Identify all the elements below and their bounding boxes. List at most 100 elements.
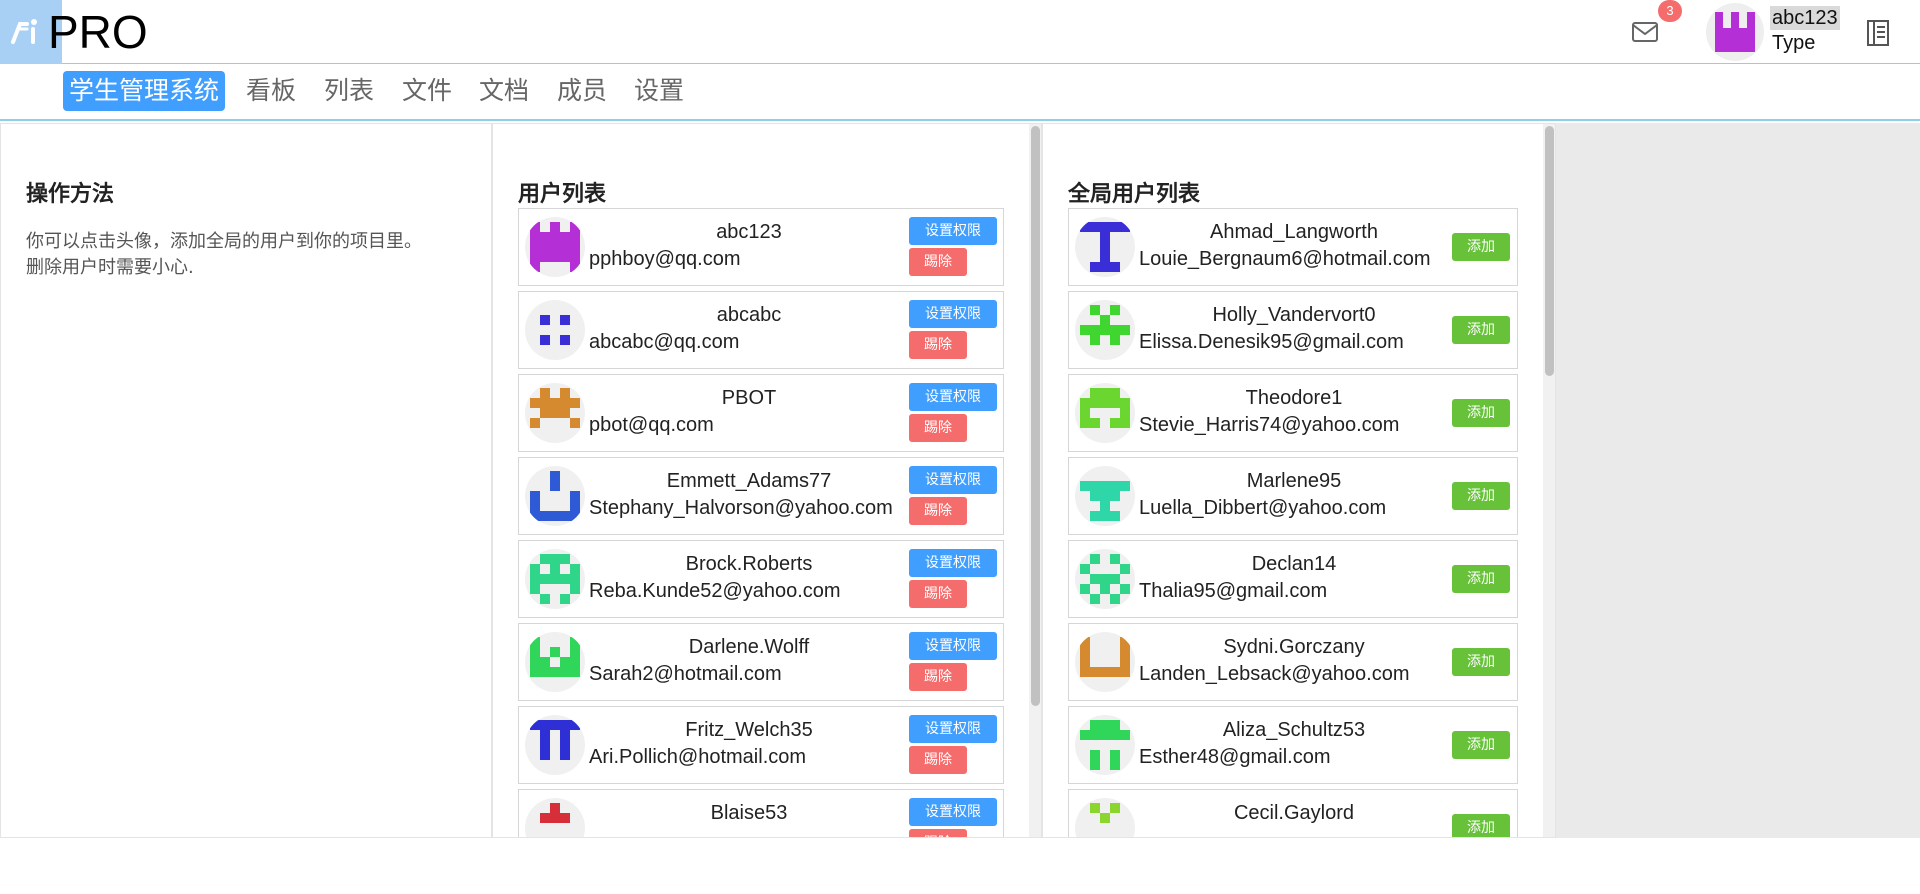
set-permission-button[interactable]: 设置权限 bbox=[909, 715, 997, 743]
nav-item-board[interactable]: 看板 bbox=[240, 71, 302, 111]
project-users-panel: 用户列表 abc123 pphboy@qq.com 设置权限 踢除 abcabc abca… bbox=[492, 123, 1042, 838]
global-scrollbar-thumb[interactable] bbox=[1545, 126, 1554, 376]
global-scrollbar[interactable] bbox=[1543, 124, 1555, 837]
project-user-card: abcabc abcabc@qq.com 设置权限 踢除 bbox=[518, 291, 1004, 369]
user-avatar[interactable] bbox=[525, 383, 585, 443]
nav-item-project[interactable]: 学生管理系统 bbox=[63, 71, 226, 111]
project-user-card: Emmett_Adams77 Stephany_Halvorson@yahoo.c… bbox=[518, 457, 1004, 535]
nav-item-list[interactable]: 列表 bbox=[318, 71, 380, 111]
user-avatar[interactable] bbox=[1075, 383, 1135, 443]
user-email: Ari.Pollich@hotmail.com bbox=[589, 746, 807, 768]
identicon bbox=[540, 315, 570, 345]
user-avatar[interactable] bbox=[525, 632, 585, 692]
remove-user-button[interactable]: 踢除 bbox=[909, 331, 967, 359]
remove-user-button[interactable]: 踢除 bbox=[909, 746, 967, 774]
project-user-card: PBOT pbot@qq.com 设置权限 踢除 bbox=[518, 374, 1004, 452]
user-avatar[interactable] bbox=[525, 549, 585, 609]
user-email: Luella_Dibbert@yahoo.com bbox=[1139, 497, 1387, 519]
user-name: Cecil.Gaylord bbox=[1233, 802, 1355, 824]
user-email: Stephany_Halvorson@yahoo.com bbox=[589, 497, 893, 519]
add-user-button[interactable]: 添加 bbox=[1452, 565, 1510, 593]
add-user-button[interactable]: 添加 bbox=[1452, 399, 1510, 427]
nav-item-settings[interactable]: 设置 bbox=[628, 71, 690, 111]
global-user-card: Declan14 Thalia95@gmail.com 添加 bbox=[1068, 540, 1518, 618]
user-name: Brock.Roberts bbox=[685, 553, 813, 575]
user-avatar[interactable] bbox=[1075, 798, 1135, 837]
project-users-title: 用户列表 bbox=[518, 182, 607, 207]
set-permission-button[interactable]: 设置权限 bbox=[909, 549, 997, 577]
unread-badge: 3 bbox=[1658, 0, 1682, 22]
global-user-card: Sydni.Gorczany Landen_Lebsack@yahoo.com 添加 bbox=[1068, 623, 1518, 701]
nav-item-docs[interactable]: 文档 bbox=[473, 71, 535, 111]
add-user-button[interactable]: 添加 bbox=[1452, 731, 1510, 759]
set-permission-button[interactable]: 设置权限 bbox=[909, 466, 997, 494]
global-user-card: Aliza_Schultz53 Esther48@gmail.com 添加 bbox=[1068, 706, 1518, 784]
user-name: Blaise53 bbox=[710, 802, 788, 824]
user-avatar[interactable] bbox=[525, 715, 585, 775]
user-type: Type bbox=[1772, 32, 1816, 54]
logo-icon bbox=[11, 19, 37, 44]
identicon bbox=[530, 637, 580, 677]
set-permission-button[interactable]: 设置权限 bbox=[909, 632, 997, 660]
user-name: Sydni.Gorczany bbox=[1223, 636, 1365, 658]
user-avatar[interactable] bbox=[1706, 3, 1764, 61]
content-area: 操作方法 你可以点击头像，添加全局的用户到你的项目里。 删除用户时需要小心. 用… bbox=[0, 123, 1920, 838]
remove-user-button[interactable]: 踢除 bbox=[909, 248, 967, 276]
set-permission-button[interactable]: 设置权限 bbox=[909, 798, 997, 826]
set-permission-button[interactable]: 设置权限 bbox=[909, 300, 997, 328]
identicon bbox=[1090, 803, 1120, 823]
user-avatar[interactable] bbox=[1075, 549, 1135, 609]
remove-user-button[interactable]: 踢除 bbox=[909, 580, 967, 608]
user-avatar[interactable] bbox=[1075, 300, 1135, 360]
global-user-card: Marlene95 Luella_Dibbert@yahoo.com 添加 bbox=[1068, 457, 1518, 535]
user-avatar[interactable] bbox=[1075, 632, 1135, 692]
user-avatar[interactable] bbox=[525, 300, 585, 360]
user-name[interactable]: abc123 bbox=[1770, 6, 1840, 30]
user-avatar[interactable] bbox=[525, 798, 585, 837]
identicon bbox=[1080, 305, 1130, 345]
user-name: Fritz_Welch35 bbox=[685, 719, 813, 741]
identicon bbox=[1080, 388, 1130, 428]
remove-user-button[interactable]: 踢除 bbox=[909, 663, 967, 691]
add-user-button[interactable]: 添加 bbox=[1452, 814, 1510, 837]
project-scrollbar[interactable] bbox=[1029, 124, 1041, 837]
add-user-button[interactable]: 添加 bbox=[1452, 316, 1510, 344]
user-avatar[interactable] bbox=[525, 466, 585, 526]
global-user-card: Ahmad_Langworth Louie_Bergnaum6@hotmail.c… bbox=[1068, 208, 1518, 286]
identicon bbox=[530, 554, 580, 604]
user-name: Ahmad_Langworth bbox=[1210, 221, 1378, 243]
nav-item-files[interactable]: 文件 bbox=[396, 71, 458, 111]
user-avatar[interactable] bbox=[1075, 466, 1135, 526]
top-header: PRO 3 abc123 Type bbox=[0, 0, 1920, 64]
help-line-2: 删除用户时需要小心. bbox=[26, 257, 194, 278]
project-user-card: Blaise53 设置权限踢除 bbox=[518, 789, 1004, 837]
user-avatar[interactable] bbox=[1075, 217, 1135, 277]
global-user-card: Holly_Vandervort0 Elissa.Denesik95@gmail.… bbox=[1068, 291, 1518, 369]
identicon bbox=[1715, 12, 1755, 52]
user-email: Esther48@gmail.com bbox=[1139, 746, 1331, 768]
identicon bbox=[1080, 637, 1130, 677]
user-email: Stevie_Harris74@yahoo.com bbox=[1139, 414, 1400, 436]
side-menu-icon[interactable] bbox=[1866, 19, 1890, 47]
user-email: Louie_Bergnaum6@hotmail.com bbox=[1139, 248, 1431, 270]
user-email: Landen_Lebsack@yahoo.com bbox=[1139, 663, 1410, 685]
user-avatar[interactable] bbox=[525, 217, 585, 277]
user-avatar[interactable] bbox=[1075, 715, 1135, 775]
set-permission-button[interactable]: 设置权限 bbox=[909, 383, 997, 411]
add-user-button[interactable]: 添加 bbox=[1452, 482, 1510, 510]
user-email: Thalia95@gmail.com bbox=[1139, 580, 1328, 602]
remove-user-button[interactable]: 踢除 bbox=[909, 497, 967, 525]
user-name: abc123 bbox=[716, 221, 782, 243]
identicon bbox=[530, 222, 580, 272]
add-user-button[interactable]: 添加 bbox=[1452, 233, 1510, 261]
nav-item-members[interactable]: 成员 bbox=[551, 71, 613, 111]
set-permission-button[interactable]: 设置权限 bbox=[909, 217, 997, 245]
remove-user-button[interactable]: 踢除 bbox=[909, 829, 967, 837]
remove-user-button[interactable]: 踢除 bbox=[909, 414, 967, 442]
mail-icon[interactable] bbox=[1630, 20, 1660, 44]
project-scrollbar-thumb[interactable] bbox=[1031, 126, 1040, 706]
user-email: pphboy@qq.com bbox=[589, 248, 741, 270]
user-name: PBOT bbox=[721, 387, 777, 409]
user-name: Theodore1 bbox=[1245, 387, 1343, 409]
add-user-button[interactable]: 添加 bbox=[1452, 648, 1510, 676]
